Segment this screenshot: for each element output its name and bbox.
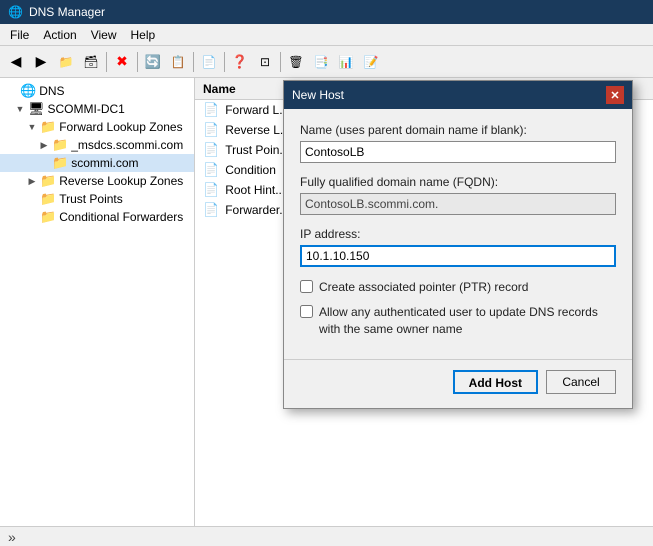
- refresh-button[interactable]: 🔄: [141, 50, 165, 74]
- tree-scommi-com[interactable]: 📁 scommi.com: [0, 154, 194, 172]
- tree-reverse-label: Reverse Lookup Zones: [59, 174, 183, 188]
- scommi-icon: 📁: [52, 155, 68, 171]
- menu-bar: File Action View Help: [0, 24, 653, 46]
- ip-label: IP address:: [300, 227, 616, 241]
- status-bar: »: [0, 526, 653, 546]
- list-item-4-icon: 📄: [203, 182, 219, 198]
- edit-button[interactable]: 📝: [359, 50, 383, 74]
- tree-conditional[interactable]: 📁 Conditional Forwarders: [0, 208, 194, 226]
- tree-panel: 🌐 DNS ▼ 🖥 SCOMMI-DC1 ▼ 📁 Forward Lookup …: [0, 78, 195, 526]
- reverse-folder-icon: 📁: [40, 173, 56, 189]
- dc1-icon: 🖥: [28, 101, 45, 117]
- tree-forward-label: Forward Lookup Zones: [59, 120, 182, 134]
- reverse-arrow-icon: ▶: [24, 176, 40, 187]
- back-button[interactable]: ◀: [4, 50, 28, 74]
- trust-icon: 📁: [40, 191, 56, 207]
- modal-title: New Host: [292, 88, 344, 102]
- modal-footer: Add Host Cancel: [284, 359, 632, 408]
- forward-arrow-icon: ▼: [24, 122, 40, 132]
- toolbar-separator-2: [137, 52, 138, 72]
- auth-checkbox[interactable]: [300, 305, 313, 318]
- name-input[interactable]: [300, 141, 616, 163]
- tree-reverse-lookup[interactable]: ▶ 📁 Reverse Lookup Zones: [0, 172, 194, 190]
- dns-icon: 🌐: [20, 83, 36, 99]
- toolbar-separator-3: [193, 52, 194, 72]
- status-arrows[interactable]: »: [8, 529, 16, 545]
- tree-root-label: DNS: [39, 84, 64, 98]
- ptr-checkbox[interactable]: [300, 280, 313, 293]
- list-item-3-icon: 📄: [203, 162, 219, 178]
- ptr-checkbox-label[interactable]: Create associated pointer (PTR) record: [319, 279, 528, 296]
- toolbar-separator-4: [224, 52, 225, 72]
- auth-checkbox-label[interactable]: Allow any authenticated user to update D…: [319, 304, 616, 338]
- modal-body: Name (uses parent domain name if blank):…: [284, 109, 632, 359]
- tree-trust-points[interactable]: 📁 Trust Points: [0, 190, 194, 208]
- auth-checkbox-row: Allow any authenticated user to update D…: [300, 304, 616, 338]
- app-icon: 🌐: [8, 5, 23, 19]
- list-item-0-icon: 📄: [203, 102, 219, 118]
- menu-file[interactable]: File: [4, 26, 35, 44]
- menu-view[interactable]: View: [85, 26, 123, 44]
- tree-trust-label: Trust Points: [59, 192, 123, 206]
- forward-button[interactable]: ▶: [29, 50, 53, 74]
- list-item-5-icon: 📄: [203, 202, 219, 218]
- fqdn-label: Fully qualified domain name (FQDN):: [300, 175, 616, 189]
- dc1-arrow-icon: ▼: [12, 104, 28, 114]
- ip-input[interactable]: [300, 245, 616, 267]
- menu-help[interactable]: Help: [125, 26, 162, 44]
- app-title: DNS Manager: [29, 5, 645, 19]
- list-item-1-icon: 📄: [203, 122, 219, 138]
- name-label: Name (uses parent domain name if blank):: [300, 123, 616, 137]
- fqdn-value: ContosoLB.scommi.com.: [300, 193, 616, 215]
- delete2-button[interactable]: 🗑: [284, 50, 308, 74]
- new-host-dialog: New Host ✕ Name (uses parent domain name…: [283, 80, 633, 409]
- list-item-1-label: Reverse L...: [225, 123, 290, 137]
- list-item-2-label: Trust Poin...: [225, 143, 289, 157]
- ptr-checkbox-row: Create associated pointer (PTR) record: [300, 279, 616, 296]
- toolbar-separator-5: [280, 52, 281, 72]
- cancel-button[interactable]: Cancel: [546, 370, 616, 394]
- list-item-5-label: Forwarder...: [225, 203, 289, 217]
- properties-button[interactable]: 📄: [197, 50, 221, 74]
- list-item-2-icon: 📄: [203, 142, 219, 158]
- tree-root-dns[interactable]: 🌐 DNS: [0, 82, 194, 100]
- title-bar: 🌐 DNS Manager: [0, 0, 653, 24]
- list-item-0-label: Forward L...: [225, 103, 289, 117]
- tree-scommi-dc1[interactable]: ▼ 🖥 SCOMMI-DC1: [0, 100, 194, 118]
- modal-close-button[interactable]: ✕: [606, 86, 624, 104]
- list-button[interactable]: 📑: [309, 50, 333, 74]
- tree-dc1-label: SCOMMI-DC1: [48, 102, 125, 116]
- list-item-4-label: Root Hint...: [225, 183, 285, 197]
- toolbar-separator-1: [106, 52, 107, 72]
- help-button[interactable]: ❓: [228, 50, 252, 74]
- conditional-icon: 📁: [40, 209, 56, 225]
- tree-msdcs[interactable]: ▶ 📁 _msdcs.scommi.com: [0, 136, 194, 154]
- delete-button[interactable]: ✖: [110, 50, 134, 74]
- list-item-3-label: Condition: [225, 163, 276, 177]
- tree-msdcs-label: _msdcs.scommi.com: [71, 138, 183, 152]
- export-button[interactable]: 📋: [166, 50, 190, 74]
- toolbar: ◀ ▶ 📁 🗃 ✖ 🔄 📋 📄 ❓ ⊡ 🗑 📑 📊 📝: [0, 46, 653, 78]
- detail-button[interactable]: 📊: [334, 50, 358, 74]
- add-host-button[interactable]: Add Host: [453, 370, 538, 394]
- msdcs-icon: 📁: [52, 137, 68, 153]
- menu-action[interactable]: Action: [37, 26, 82, 44]
- tree-conditional-label: Conditional Forwarders: [59, 210, 183, 224]
- view-button[interactable]: 🗃: [79, 50, 103, 74]
- modal-titlebar: New Host ✕: [284, 81, 632, 109]
- forward-folder-icon: 📁: [40, 119, 56, 135]
- action1-button[interactable]: ⊡: [253, 50, 277, 74]
- tree-forward-lookup[interactable]: ▼ 📁 Forward Lookup Zones: [0, 118, 194, 136]
- tree-scommi-label: scommi.com: [71, 156, 138, 170]
- msdcs-arrow-icon: ▶: [36, 140, 52, 151]
- open-button[interactable]: 📁: [54, 50, 78, 74]
